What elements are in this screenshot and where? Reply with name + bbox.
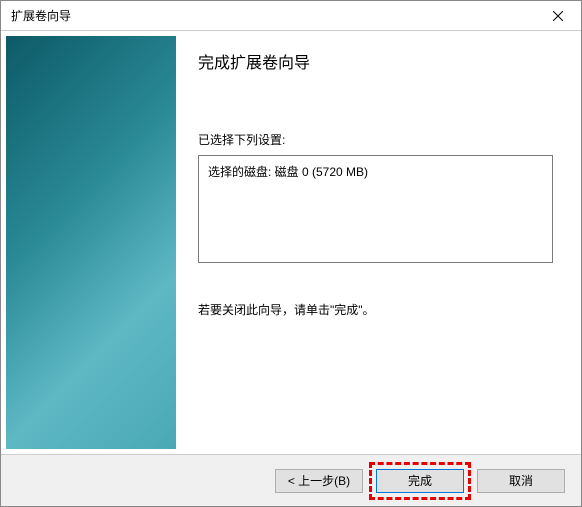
close-button[interactable] [535,1,581,31]
finish-button[interactable]: 完成 [376,469,464,493]
back-button[interactable]: < 上一步(B) [275,469,363,493]
finish-highlight: 完成 [369,462,471,500]
selected-settings-label: 已选择下列设置: [198,131,553,148]
instruction-text: 若要关闭此向导，请单击"完成"。 [198,301,553,318]
selected-settings-box: 选择的磁盘: 磁盘 0 (5720 MB) [198,155,553,263]
content-area: 完成扩展卷向导 已选择下列设置: 选择的磁盘: 磁盘 0 (5720 MB) 若… [176,31,581,454]
close-icon [553,11,563,21]
body-area: 完成扩展卷向导 已选择下列设置: 选择的磁盘: 磁盘 0 (5720 MB) 若… [1,31,581,454]
window-title: 扩展卷向导 [1,7,71,24]
cancel-button[interactable]: 取消 [477,469,565,493]
button-bar: < 上一步(B) 完成 取消 [1,454,581,506]
wizard-window: 扩展卷向导 完成扩展卷向导 已选择下列设置: 选择的磁盘: 磁盘 0 (5720… [0,0,582,507]
selected-settings-value: 选择的磁盘: 磁盘 0 (5720 MB) [208,165,368,179]
page-heading: 完成扩展卷向导 [198,49,553,73]
titlebar: 扩展卷向导 [1,1,581,31]
wizard-sidebar-image [6,36,176,449]
